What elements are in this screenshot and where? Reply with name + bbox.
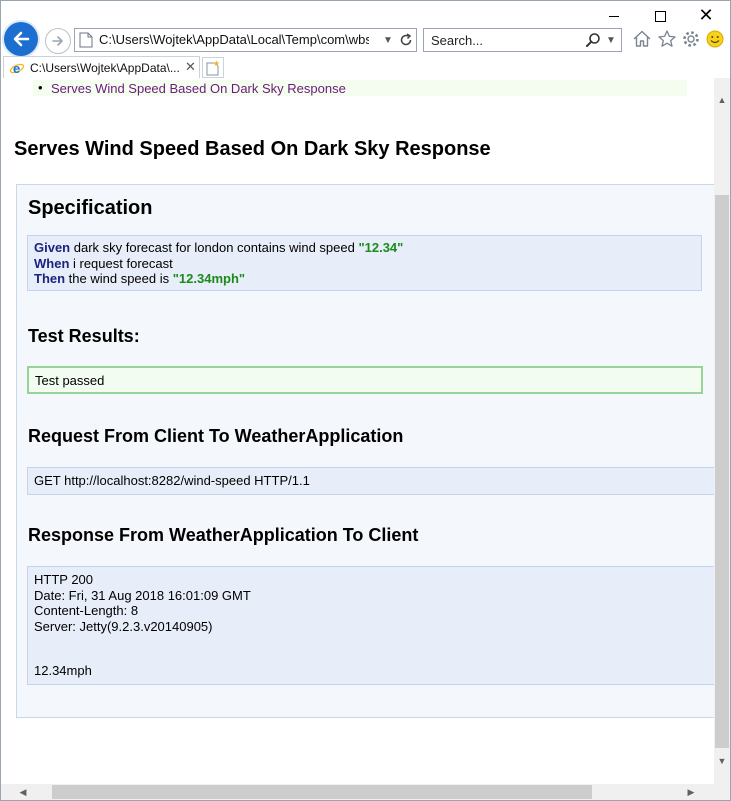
close-icon: ✕: [698, 5, 714, 26]
page-icon: [79, 32, 93, 48]
forward-arrow-icon: [52, 36, 63, 46]
table-of-contents: • Serves Wind Speed Based On Dark Sky Re…: [33, 80, 687, 96]
page-content: • Serves Wind Speed Based On Dark Sky Re…: [1, 78, 714, 784]
search-dropdown-icon[interactable]: ▼: [604, 30, 618, 50]
smiley-feedback-icon: [706, 30, 724, 48]
tab-close-icon[interactable]: ✕: [185, 59, 196, 75]
keyword-given: Given: [34, 240, 71, 255]
spec-text: i request forecast: [69, 255, 173, 271]
test-status-box: Test passed: [27, 366, 703, 394]
response-server-header: Server: Jetty(9.2.3.v20140905): [34, 618, 213, 634]
tab-title: C:\Users\Wojtek\AppData\...: [30, 61, 180, 75]
maximize-icon: [654, 10, 666, 22]
back-arrow-icon: [13, 31, 30, 47]
new-tab-button[interactable]: [202, 57, 224, 78]
home-icon: [633, 30, 651, 47]
scroll-up-icon[interactable]: ▲: [714, 92, 730, 108]
response-date-header: Date: Fri, 31 Aug 2018 16:01:09 GMT: [34, 587, 251, 603]
minimize-button[interactable]: [591, 1, 637, 31]
refresh-button[interactable]: [397, 30, 415, 50]
test-results-heading: Test Results:: [28, 326, 140, 346]
new-tab-icon: [206, 60, 220, 75]
settings-gear-icon: [683, 31, 699, 47]
search-icon[interactable]: [584, 31, 602, 49]
toc-bullet: •: [38, 80, 43, 95]
scrollbar-corner: [714, 784, 730, 800]
favorites-star-icon: [658, 30, 676, 47]
spec-value: "12.34mph": [172, 271, 246, 286]
tab-bar: e C:\Users\Wojtek\AppData\... ✕: [1, 56, 730, 79]
spec-line-then: Then the wind speed is "12.34mph": [34, 271, 695, 287]
horizontal-scrollbar[interactable]: ◀ ▶: [1, 784, 714, 800]
test-status-text: Test passed: [35, 373, 105, 388]
request-line: GET http://localhost:8282/wind-speed HTT…: [34, 473, 310, 488]
response-body: 12.34mph: [34, 663, 92, 678]
maximize-button[interactable]: [637, 1, 683, 31]
refresh-icon: [400, 33, 412, 46]
vertical-scrollbar[interactable]: ▲ ▼: [714, 78, 730, 784]
address-bar[interactable]: C:\Users\Wojtek\AppData\Local\Temp\com\w…: [74, 28, 417, 52]
search-placeholder[interactable]: Search...: [431, 33, 483, 48]
response-content-length-header: Content-Length: 8: [34, 603, 139, 618]
spec-text: the wind speed is: [65, 271, 173, 286]
tab-current-page[interactable]: e C:\Users\Wojtek\AppData\... ✕: [3, 56, 200, 79]
favorites-button[interactable]: [656, 28, 678, 50]
forward-button[interactable]: [45, 28, 71, 54]
specification-heading: Specification: [28, 197, 153, 219]
specification-box: Given dark sky forecast for london conta…: [27, 235, 702, 291]
response-status: HTTP 200: [34, 572, 94, 587]
toc-link[interactable]: Serves Wind Speed Based On Dark Sky Resp…: [51, 81, 346, 96]
vertical-scroll-thumb[interactable]: [715, 195, 729, 748]
address-dropdown-icon[interactable]: ▼: [381, 30, 395, 50]
address-text[interactable]: C:\Users\Wojtek\AppData\Local\Temp\com\w…: [99, 32, 369, 47]
browser-window: ✕ C:\Users\Wojtek\AppData\Local\Temp\com…: [0, 0, 731, 801]
search-box[interactable]: Search... ▼: [423, 28, 622, 52]
horizontal-scroll-thumb[interactable]: [52, 785, 592, 799]
keyword-when: When: [34, 255, 70, 271]
scenario-panel: Specification Given dark sky forecast fo…: [16, 184, 714, 718]
close-window-button[interactable]: ✕: [683, 1, 729, 31]
scroll-down-icon[interactable]: ▼: [714, 753, 730, 769]
home-button[interactable]: [631, 28, 653, 50]
spec-line-given: Given dark sky forecast for london conta…: [34, 240, 695, 256]
scroll-right-icon[interactable]: ▶: [683, 784, 699, 800]
keyword-then: Then: [34, 271, 66, 286]
request-heading: Request From Client To WeatherApplicatio…: [28, 426, 404, 446]
feedback-button[interactable]: [704, 28, 726, 50]
scroll-left-icon[interactable]: ◀: [15, 784, 31, 800]
spec-value: "12.34": [358, 240, 404, 255]
response-heading: Response From WeatherApplication To Clie…: [28, 525, 419, 545]
ie-logo-icon: e: [9, 61, 25, 76]
settings-button[interactable]: [680, 28, 702, 50]
spec-text: dark sky forecast for london contains wi…: [70, 240, 359, 255]
back-button[interactable]: [4, 22, 38, 56]
page-title: Serves Wind Speed Based On Dark Sky Resp…: [14, 138, 491, 160]
svg-text:e: e: [13, 61, 20, 76]
minimize-icon: [609, 15, 619, 17]
spec-line-when: When i request forecast: [34, 256, 695, 272]
request-box: GET http://localhost:8282/wind-speed HTT…: [27, 467, 714, 495]
response-box: HTTP 200 Date: Fri, 31 Aug 2018 16:01:09…: [27, 566, 714, 685]
